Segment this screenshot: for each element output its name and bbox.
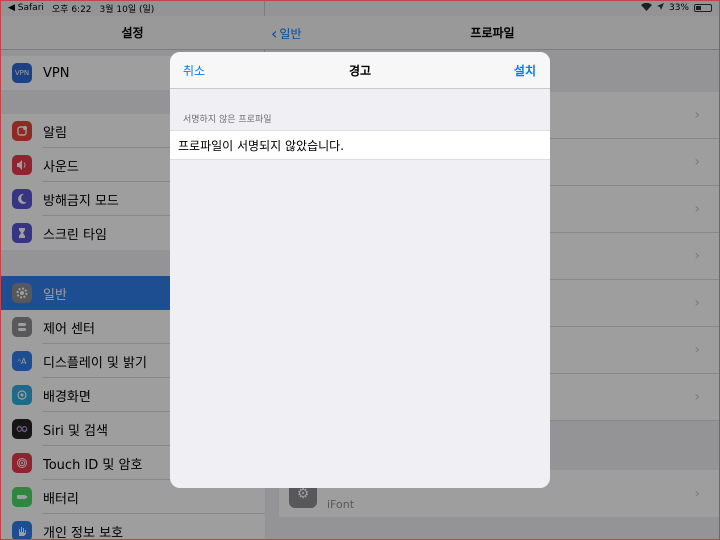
modal-navbar: 취소 경고 설치: [170, 52, 550, 89]
warning-modal: 취소 경고 설치 서명하지 않은 프로파일 프로파일이 서명되지 않았습니다.: [170, 52, 550, 488]
install-button[interactable]: 설치: [514, 62, 536, 79]
cancel-button[interactable]: 취소: [183, 62, 205, 79]
section-header: 서명하지 않은 프로파일: [183, 115, 272, 125]
modal-title: 경고: [348, 63, 372, 78]
warning-message: 프로파일이 서명되지 않았습니다.: [170, 130, 550, 160]
